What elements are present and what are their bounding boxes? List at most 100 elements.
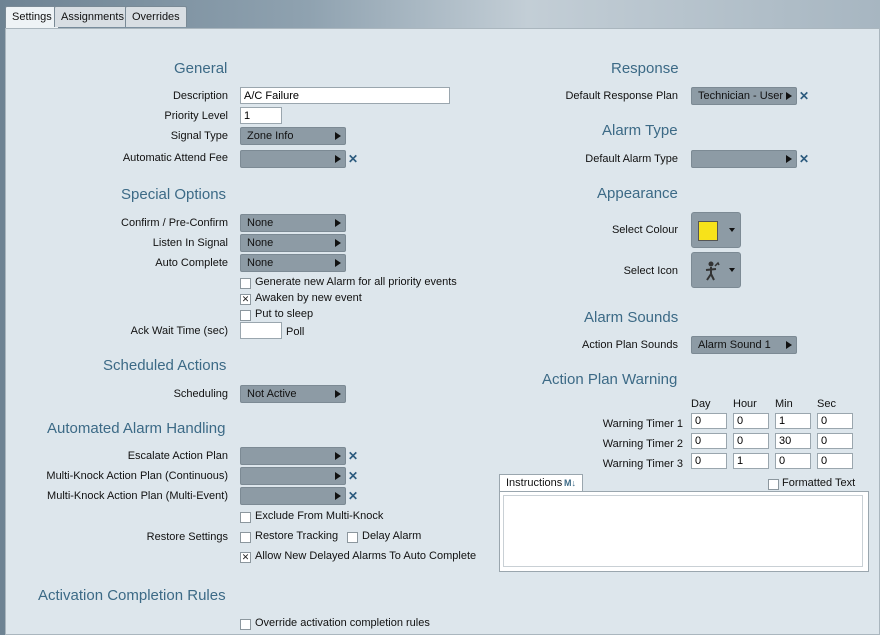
put-to-sleep-label: Put to sleep [255, 308, 314, 320]
header-day: Day [691, 398, 711, 410]
wrench-figure-icon [705, 261, 720, 281]
restore-tracking-checkbox[interactable] [240, 532, 251, 543]
caret-down-icon [729, 268, 735, 272]
listen-in-dropdown[interactable]: None [240, 234, 346, 252]
clear-multiknock-multievent-x-icon[interactable]: ✕ [348, 490, 358, 502]
confirm-label: Confirm / Pre-Confirm [121, 217, 228, 229]
header-sec: Sec [817, 398, 836, 410]
action-plan-sounds-label: Action Plan Sounds [581, 339, 678, 351]
clear-multiknock-continuous-x-icon[interactable]: ✕ [348, 470, 358, 482]
confirm-dropdown[interactable]: None [240, 214, 346, 232]
override-activation-checkbox[interactable] [240, 619, 251, 630]
timer1-day-field[interactable] [691, 413, 727, 429]
scheduled-actions-heading: Scheduled Actions [103, 357, 227, 374]
automatic-attend-fee-label: Automatic Attend Fee [122, 152, 228, 164]
timer2-hour-field[interactable] [733, 433, 769, 449]
timer3-hour-field[interactable] [733, 453, 769, 469]
override-activation-label: Override activation completion rules [255, 617, 430, 629]
scheduling-value: Not Active [247, 388, 297, 400]
timer1-hour-field[interactable] [733, 413, 769, 429]
allow-delayed-label: Allow New Delayed Alarms To Auto Complet… [255, 550, 477, 562]
clear-attend-fee-x-icon[interactable]: ✕ [348, 153, 358, 165]
tab-overrides[interactable]: Overrides [125, 6, 187, 27]
action-plan-sounds-dropdown[interactable]: Alarm Sound 1 [691, 336, 797, 354]
auto-complete-dropdown[interactable]: None [240, 254, 346, 272]
signal-type-dropdown[interactable]: Zone Info [240, 127, 346, 145]
tab-settings[interactable]: Settings [5, 6, 59, 29]
timer2-day-field[interactable] [691, 433, 727, 449]
multiknock-continuous-dropdown[interactable] [240, 467, 346, 485]
select-colour-label: Select Colour [611, 224, 678, 236]
scheduling-label: Scheduling [173, 388, 228, 400]
description-label: Description [172, 90, 228, 102]
exclude-multiknock-checkbox[interactable] [240, 512, 251, 523]
header-min: Min [775, 398, 793, 410]
generate-alarm-label: Generate new Alarm for all priority even… [255, 276, 457, 288]
default-response-plan-dropdown[interactable]: Technician - User [691, 87, 797, 105]
scheduling-dropdown[interactable]: Not Active [240, 385, 346, 403]
restore-tracking-label: Restore Tracking [255, 530, 339, 542]
alarm-type-heading: Alarm Type [602, 122, 678, 139]
colour-picker-button[interactable] [691, 212, 741, 248]
clear-alarm-type-x-icon[interactable]: ✕ [799, 153, 809, 165]
special-options-heading: Special Options [121, 186, 227, 203]
default-response-plan-label: Default Response Plan [565, 90, 678, 102]
default-alarm-type-dropdown[interactable] [691, 150, 797, 168]
instructions-editor[interactable] [499, 491, 869, 572]
action-plan-warning-heading: Action Plan Warning [542, 371, 678, 388]
delay-alarm-label: Delay Alarm [362, 530, 422, 542]
delay-alarm-checkbox[interactable] [347, 532, 358, 543]
multiknock-multievent-label: Multi-Knock Action Plan (Multi-Event) [47, 490, 228, 502]
priority-level-label: Priority Level [164, 110, 228, 122]
play-arrow-icon [335, 219, 341, 227]
timer2-sec-field[interactable] [817, 433, 853, 449]
general-heading: General [174, 60, 228, 77]
signal-type-label: Signal Type [170, 130, 228, 142]
clear-escalate-x-icon[interactable]: ✕ [348, 450, 358, 462]
description-field[interactable] [240, 87, 450, 104]
default-response-plan-value: Technician - User [698, 90, 783, 102]
play-arrow-icon [335, 259, 341, 267]
colour-swatch [698, 221, 718, 241]
signal-type-value: Zone Info [247, 130, 294, 142]
markdown-icon: M↓ [564, 478, 576, 488]
formatted-text-label: Formatted Text [782, 477, 856, 489]
response-heading: Response [611, 60, 679, 77]
awaken-label: Awaken by new event [255, 292, 362, 304]
clear-response-plan-x-icon[interactable]: ✕ [799, 90, 809, 102]
multiknock-multievent-dropdown[interactable] [240, 487, 346, 505]
auto-complete-value: None [247, 257, 274, 269]
instructions-tab[interactable]: Instructions M↓ [499, 474, 583, 492]
priority-level-field[interactable] [240, 107, 282, 124]
play-arrow-icon [335, 239, 341, 247]
exclude-multiknock-label: Exclude From Multi-Knock [255, 510, 384, 522]
allow-delayed-checkbox[interactable]: ✕ [240, 552, 251, 563]
caret-down-icon [729, 228, 735, 232]
icon-picker-button[interactable] [691, 252, 741, 288]
play-arrow-icon [786, 92, 792, 100]
tab-assignments[interactable]: Assignments [54, 6, 131, 27]
auto-complete-label: Auto Complete [155, 257, 228, 269]
alarm-sounds-heading: Alarm Sounds [584, 309, 679, 326]
play-arrow-icon [335, 452, 341, 460]
ack-wait-field[interactable] [240, 322, 282, 339]
awaken-checkbox[interactable]: ✕ [240, 294, 251, 305]
escalate-dropdown[interactable] [240, 447, 346, 465]
timer3-min-field[interactable] [775, 453, 811, 469]
default-alarm-type-label: Default Alarm Type [585, 153, 678, 165]
instructions-textarea[interactable] [503, 495, 863, 567]
formatted-text-checkbox[interactable] [768, 479, 779, 490]
timer3-sec-field[interactable] [817, 453, 853, 469]
warning-timer-1-label: Warning Timer 1 [602, 418, 683, 430]
timer2-min-field[interactable] [775, 433, 811, 449]
instructions-tab-label: Instructions [506, 477, 563, 489]
put-to-sleep-checkbox[interactable] [240, 310, 251, 321]
timer3-day-field[interactable] [691, 453, 727, 469]
timer1-min-field[interactable] [775, 413, 811, 429]
appearance-heading: Appearance [597, 185, 678, 202]
confirm-value: None [247, 217, 274, 229]
generate-alarm-checkbox[interactable] [240, 278, 251, 289]
automatic-attend-fee-dropdown[interactable] [240, 150, 346, 168]
timer1-sec-field[interactable] [817, 413, 853, 429]
action-plan-sounds-value: Alarm Sound 1 [698, 339, 771, 351]
